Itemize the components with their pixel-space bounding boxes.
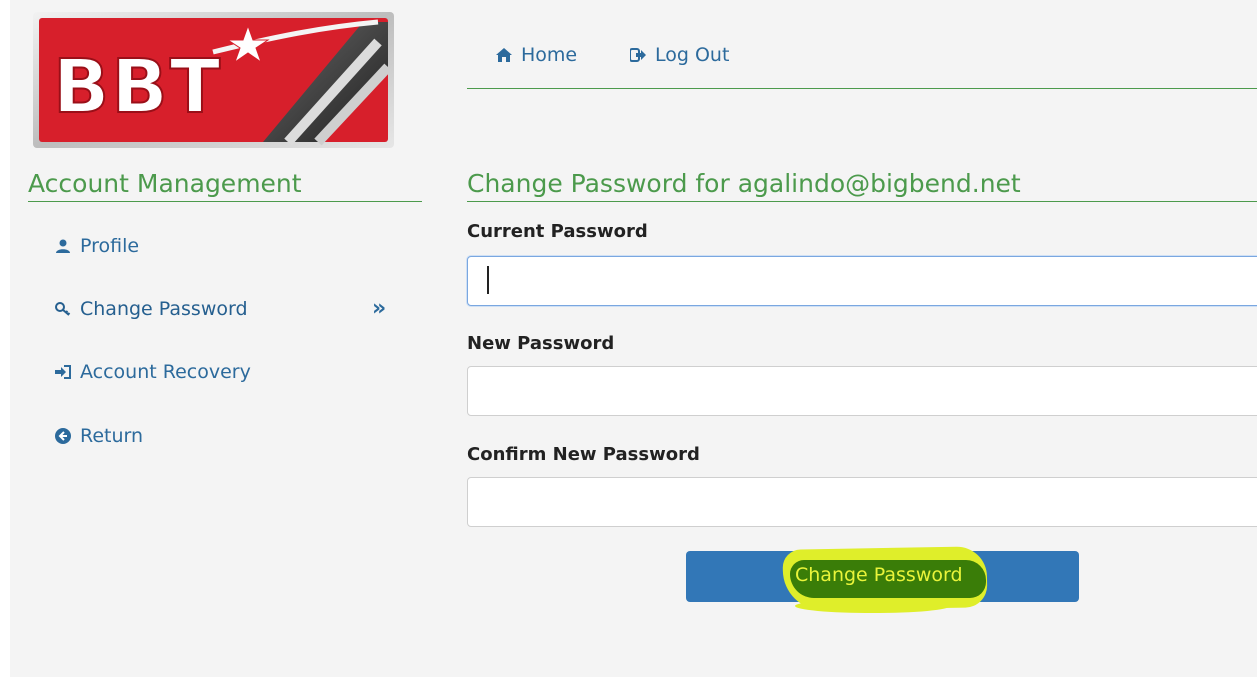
home-icon — [495, 48, 513, 62]
sidebar-item-label: Profile — [80, 235, 140, 257]
sidebar-item-account-recovery[interactable]: Account Recovery — [54, 361, 251, 383]
top-navigation: Home Log Out — [467, 36, 1257, 89]
active-indicator-icon: » — [372, 296, 387, 321]
user-icon — [54, 239, 72, 253]
logout-link-label: Log Out — [655, 44, 730, 66]
sidebar-title: Account Management — [28, 169, 302, 198]
home-link-label: Home — [521, 44, 578, 66]
logout-link[interactable]: Log Out — [629, 44, 729, 66]
change-password-button-label: Change Password — [795, 564, 963, 586]
sidebar-title-divider — [28, 201, 422, 202]
bbt-logo: BBT — [33, 12, 394, 148]
text-cursor — [487, 266, 489, 294]
current-password-field[interactable] — [467, 256, 1257, 306]
new-password-label: New Password — [467, 333, 615, 354]
sidebar-item-label: Account Recovery — [80, 361, 251, 383]
key-icon — [54, 302, 72, 316]
sidebar-item-return[interactable]: Return — [54, 425, 143, 447]
new-password-field[interactable] — [467, 366, 1257, 416]
arrow-circle-left-icon — [54, 428, 72, 444]
home-link[interactable]: Home — [495, 44, 577, 66]
sidebar-item-profile[interactable]: Profile — [54, 235, 139, 257]
sidebar-item-label: Return — [80, 425, 144, 447]
current-password-label: Current Password — [467, 221, 648, 242]
page-title-divider — [467, 201, 1257, 202]
sidebar-item-change-password[interactable]: Change Password — [54, 298, 248, 320]
highlight-annotation-tail — [795, 599, 950, 613]
page-title: Change Password for agalindo@bigbend.net — [467, 169, 1021, 198]
logout-icon — [629, 48, 647, 62]
confirm-password-field[interactable] — [467, 477, 1257, 527]
confirm-password-label: Confirm New Password — [467, 444, 700, 465]
logo-text: BBT — [53, 44, 222, 130]
sidebar-item-label: Change Password — [80, 298, 248, 320]
sign-in-icon — [54, 365, 72, 379]
